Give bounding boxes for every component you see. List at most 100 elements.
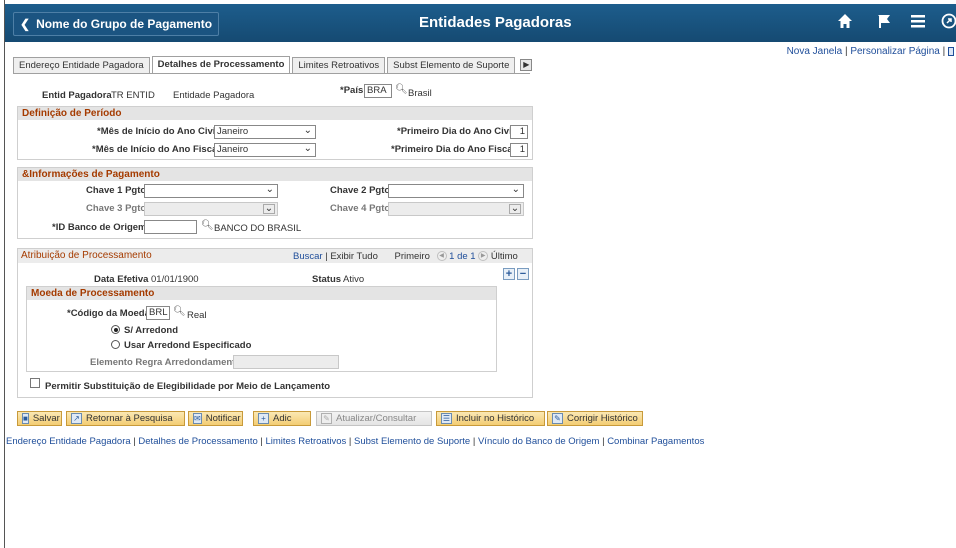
tab-scroll-right-icon[interactable]: ▶: [520, 59, 533, 71]
banco-lookup-icon[interactable]: 🔍︎: [201, 220, 214, 231]
page-tabs: Endereço Entidade Pagadora Detalhes de P…: [13, 56, 533, 73]
bottom-link-separator: |: [133, 436, 136, 447]
chevron-down-icon: ⌄: [303, 143, 312, 154]
pais-lookup-icon[interactable]: 🔍︎: [395, 84, 408, 95]
delete-row-button[interactable]: −: [517, 268, 529, 280]
top-links-separator: |: [844, 46, 848, 57]
link-combinar-pagamentos[interactable]: Combinar Pagamentos: [607, 436, 704, 447]
app-header: ❮ Nome do Grupo de Pagamento Entidades P…: [5, 4, 956, 42]
link-limites-retroativos[interactable]: Limites Retroativos: [266, 436, 347, 447]
bottom-link-separator: |: [260, 436, 263, 447]
status-value: Ativo: [343, 274, 365, 285]
navbar-icon[interactable]: [941, 13, 956, 34]
add-button-label: Adic: [273, 413, 292, 424]
bottom-link-separator: |: [602, 436, 605, 447]
data-efetiva-label: Data Efetiva: [94, 274, 149, 285]
personalize-page-link[interactable]: Personalizar Página: [850, 46, 940, 57]
correct-history-button[interactable]: ✎ Corrigir Histórico: [547, 411, 643, 426]
bottom-link-separator: |: [348, 436, 352, 447]
prev-arrow-icon[interactable]: ◀: [436, 251, 447, 262]
return-to-search-label: Retornar à Pesquisa: [86, 413, 173, 424]
radio-sem-arredond[interactable]: [111, 325, 120, 334]
chave3-label: Chave 3 Pgto: [86, 203, 147, 214]
dia-fiscal-label: *Primeiro Dia do Ano Fiscal: [391, 144, 516, 155]
add-button[interactable]: + Adic: [253, 411, 311, 426]
chave2-select[interactable]: ⌄: [388, 184, 524, 198]
pais-input[interactable]: BRA: [364, 84, 392, 98]
chevron-left-icon: ❮: [20, 17, 31, 31]
moeda-title: Moeda de Processamento: [27, 287, 496, 300]
chave4-select[interactable]: ⌄: [388, 202, 524, 216]
chevron-down-icon: ⌄: [509, 203, 521, 214]
help-icon[interactable]: [948, 46, 954, 56]
nav-separator: |: [325, 251, 328, 262]
top-links-separator: |: [942, 46, 946, 57]
bottom-link-separator: |: [472, 436, 476, 447]
top-links: Nova Janela | Personalizar Página |: [787, 46, 954, 57]
elemento-regra-input[interactable]: [233, 355, 339, 369]
moeda-lookup-icon[interactable]: 🔍︎: [173, 306, 186, 317]
new-window-link[interactable]: Nova Janela: [787, 46, 843, 57]
mes-fiscal-select[interactable]: Janeiro ⌄: [214, 143, 316, 157]
link-vinculo-banco[interactable]: Vínculo do Banco de Origem: [478, 436, 599, 447]
tab-limites-retroativos[interactable]: Limites Retroativos: [292, 57, 386, 73]
status-label: Status: [312, 274, 342, 285]
home-icon[interactable]: [837, 13, 853, 34]
entid-value: TR ENTID: [111, 90, 155, 101]
data-efetiva-value: 01/01/1900: [151, 274, 199, 285]
update-icon: ✎: [321, 413, 332, 424]
correct-history-label: Corrigir Histórico: [567, 413, 638, 424]
add-icon: +: [258, 413, 269, 424]
banco-origem-desc: BANCO DO BRASIL: [214, 223, 302, 234]
pager-count: 1 de 1: [449, 251, 476, 262]
codigo-moeda-label: *Código da Moeda: [67, 308, 150, 319]
return-icon: ↗: [71, 413, 82, 424]
permitir-substituicao-checkbox[interactable]: [30, 378, 40, 388]
periodo-title: Definição de Período: [18, 107, 532, 120]
page-title: Entidades Pagadoras: [419, 14, 572, 31]
pais-desc: Brasil: [408, 88, 432, 99]
chave1-select[interactable]: ⌄: [144, 184, 278, 198]
link-endereco[interactable]: Endereço Entidade Pagadora: [6, 436, 131, 447]
chave2-label: Chave 2 Pgto: [330, 185, 391, 196]
pais-label: *País: [340, 85, 364, 96]
save-button[interactable]: ■ Salvar: [17, 411, 62, 426]
pagamento-title: &Informações de Pagamento: [18, 168, 532, 181]
notify-button[interactable]: ✉ Notificar: [188, 411, 243, 426]
save-button-label: Salvar: [32, 413, 60, 424]
codigo-moeda-input[interactable]: BRL: [146, 306, 170, 320]
banco-origem-label: *ID Banco de Origem: [52, 222, 147, 233]
next-arrow-icon[interactable]: ▶: [478, 251, 489, 262]
ultimo-label: Último: [490, 251, 518, 262]
chevron-down-icon: ⌄: [265, 184, 274, 195]
update-display-button[interactable]: ✎ Atualizar/Consultar: [316, 411, 432, 426]
radio-arredond-especificado-label: Usar Arredond Especificado: [124, 340, 252, 351]
return-to-search-button[interactable]: ↗ Retornar à Pesquisa: [66, 411, 185, 426]
link-subst-elemento[interactable]: Subst Elemento de Suporte: [354, 436, 470, 447]
mes-civil-select[interactable]: Janeiro ⌄: [214, 125, 316, 139]
notify-button-label: Notificar: [205, 413, 241, 424]
dia-civil-input[interactable]: 1: [510, 125, 528, 139]
add-row-button[interactable]: +: [503, 268, 515, 280]
include-history-label: Incluir no Histórico: [456, 413, 535, 424]
exibir-tudo-link[interactable]: Exibir Tudo: [330, 251, 378, 262]
back-button[interactable]: ❮ Nome do Grupo de Pagamento: [13, 12, 219, 36]
entid-desc: Entidade Pagadora: [173, 90, 255, 101]
flag-icon[interactable]: [876, 13, 892, 34]
include-history-button[interactable]: ☰ Incluir no Histórico: [436, 411, 545, 426]
chave3-select[interactable]: ⌄: [144, 202, 278, 216]
radio-sem-arredond-label: S/ Arredond: [124, 325, 179, 336]
banco-origem-input[interactable]: [144, 220, 197, 234]
tab-subst-elemento[interactable]: Subst Elemento de Suporte: [387, 57, 516, 73]
dia-fiscal-input[interactable]: 1: [510, 143, 528, 157]
tab-underline: [13, 73, 530, 74]
tab-endereco[interactable]: Endereço Entidade Pagadora: [13, 57, 150, 73]
link-detalhes-processamento[interactable]: Detalhes de Processamento: [138, 436, 257, 447]
bottom-page-links: Endereço Entidade Pagadora | Detalhes de…: [6, 436, 704, 447]
update-display-label: Atualizar/Consultar: [336, 413, 417, 424]
radio-arredond-especificado[interactable]: [111, 340, 120, 349]
buscar-link[interactable]: Buscar: [293, 251, 323, 262]
tab-detalhes-processamento[interactable]: Detalhes de Processamento: [151, 56, 291, 73]
menu-icon[interactable]: [910, 13, 926, 34]
correct-history-icon: ✎: [552, 413, 563, 424]
